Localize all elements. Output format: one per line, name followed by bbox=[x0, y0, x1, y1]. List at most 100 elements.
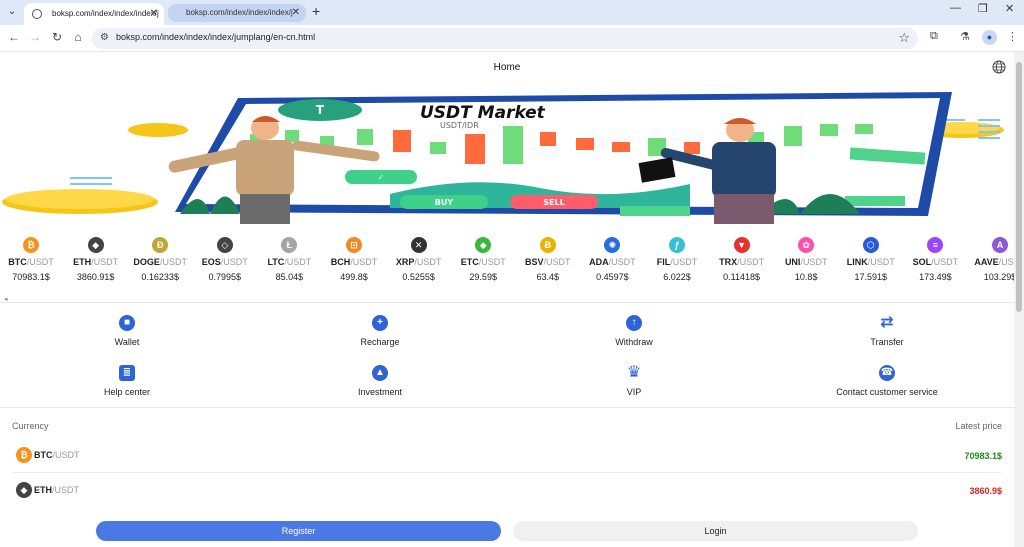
market-row-eth[interactable]: ◆ ETH/USDT 3860.9$ bbox=[0, 482, 1014, 517]
ticker-item-xrp[interactable]: ✕ XRP/USDT 0.5255$ bbox=[388, 237, 450, 282]
ticker-base: XRP bbox=[395, 257, 415, 267]
address-bar[interactable]: ⚙ boksp.com/index/index/index/jumplang/e… bbox=[92, 28, 918, 49]
ticker-quote: /USDT bbox=[350, 257, 378, 267]
ticker-base: BCH bbox=[330, 257, 351, 267]
action-label: Transfer bbox=[870, 337, 904, 347]
browser-tab-inactive[interactable]: boksp.com/index/index/index/j ✕ bbox=[168, 4, 306, 22]
browser-tab-bar: ⌄ boksp.com/index/index/index/j ✕ boksp.… bbox=[0, 0, 1024, 25]
row-divider bbox=[12, 472, 1002, 473]
eth-icon: ◆ bbox=[87, 237, 104, 253]
currency-column-header: Currency bbox=[12, 421, 49, 431]
recharge-icon: + bbox=[372, 315, 388, 331]
tab-close-icon[interactable]: ✕ bbox=[150, 3, 158, 25]
action-withdraw[interactable]: ↑ Withdraw bbox=[554, 315, 714, 347]
action-vip[interactable]: ♛ VIP bbox=[554, 365, 714, 398]
site-favicon-icon bbox=[32, 9, 42, 19]
banner-illustration: T USDT Market USDT/IDR ✓ BUY SELL bbox=[2, 92, 1004, 224]
ticker-item-btc[interactable]: ₿ BTC/USDT 70983.1$ bbox=[0, 237, 62, 282]
market-pair: ETH/USDT bbox=[34, 485, 79, 495]
page-scrollbar[interactable] bbox=[1014, 52, 1024, 547]
action-wallet[interactable]: ■ Wallet bbox=[47, 315, 207, 347]
tab-search-icon[interactable]: ⌄ bbox=[4, 4, 20, 20]
aave-icon: A bbox=[992, 237, 1008, 253]
ticker-item-trx[interactable]: ▼ TRX/USDT 0.11418$ bbox=[711, 237, 773, 282]
ticker-base: BSV bbox=[525, 257, 544, 267]
ticker-price: 10.8$ bbox=[794, 272, 818, 282]
ticker-price: 70983.1$ bbox=[12, 272, 50, 282]
action-recharge[interactable]: + Recharge bbox=[300, 315, 460, 347]
home-icon[interactable]: ⌂ bbox=[70, 30, 86, 44]
action-investment[interactable]: ▲ Investment bbox=[300, 365, 460, 397]
ticker-item-sol[interactable]: ≡ SOL/USDT 173.49$ bbox=[904, 237, 966, 282]
svg-text:✓: ✓ bbox=[378, 173, 385, 182]
ticker-item-aave[interactable]: A AAVE/USDT 103.29$ bbox=[969, 237, 1014, 282]
ticker-base: LINK bbox=[846, 257, 868, 267]
ticker-base: BTC bbox=[8, 257, 27, 267]
ticker-item-fil[interactable]: ƒ FIL/USDT 6.022$ bbox=[646, 237, 708, 282]
back-icon[interactable]: ← bbox=[6, 30, 22, 44]
scrollbar-thumb[interactable] bbox=[1016, 62, 1022, 312]
action-help-center[interactable]: ≣ Help center bbox=[47, 365, 207, 397]
ticker-price: 0.11418$ bbox=[723, 272, 761, 282]
xrp-icon: ✕ bbox=[410, 237, 427, 253]
ticker-item-etc[interactable]: ◆ ETC/USDT 29.59$ bbox=[452, 237, 514, 282]
ticker-base: FIL bbox=[656, 257, 671, 267]
ticker-item-eth[interactable]: ◆ ETH/USDT 3860.91$ bbox=[65, 237, 127, 282]
url-text[interactable]: boksp.com/index/index/index/jumplang/en-… bbox=[116, 32, 315, 42]
ticker-item-eos[interactable]: ◇ EOS/USDT 0.7995$ bbox=[194, 237, 256, 282]
language-globe-icon[interactable] bbox=[992, 60, 1006, 74]
ticker-pair: UNI/USDT bbox=[775, 257, 837, 267]
market-row-btc[interactable]: ₿ BTC/USDT 70983.1$ bbox=[0, 447, 1014, 482]
ticker-quote: /USDT bbox=[670, 257, 698, 267]
ticker-item-uni[interactable]: ✿ UNI/USDT 10.8$ bbox=[775, 237, 837, 282]
ticker-price: 29.59$ bbox=[469, 272, 497, 282]
ticker-pair: TRX/USDT bbox=[711, 257, 773, 267]
browser-tab-active[interactable]: boksp.com/index/index/index/j ✕ bbox=[24, 3, 164, 25]
tab-title: boksp.com/index/index/index/j bbox=[52, 9, 159, 18]
ticker-pair: ETC/USDT bbox=[452, 257, 514, 267]
svg-text:T: T bbox=[316, 103, 325, 117]
action-contact-customer-service[interactable]: ☎ Contact customer service bbox=[807, 365, 967, 397]
ticker-quote: /USDT bbox=[543, 257, 571, 267]
minimize-icon[interactable]: — bbox=[950, 2, 961, 14]
labs-icon[interactable]: ⚗ bbox=[960, 30, 970, 43]
market-base: BTC bbox=[34, 450, 53, 460]
forward-icon[interactable]: → bbox=[27, 30, 43, 44]
ticker-pair: BSV/USDT bbox=[517, 257, 579, 267]
promo-banner[interactable]: T USDT Market USDT/IDR ✓ BUY SELL bbox=[0, 84, 1014, 224]
ticker-base: EOS bbox=[201, 257, 221, 267]
action-label: Withdraw bbox=[615, 337, 653, 347]
ticker-quote: /USDT bbox=[91, 257, 119, 267]
investment-icon: ▲ bbox=[372, 365, 388, 381]
ticker-item-ada[interactable]: ✺ ADA/USDT 0.4597$ bbox=[581, 237, 643, 282]
profile-avatar-icon[interactable]: ● bbox=[982, 30, 997, 45]
ticker-base: TRX bbox=[719, 257, 738, 267]
register-button[interactable]: Register bbox=[96, 521, 501, 541]
ticker-quote: /USDT bbox=[800, 257, 828, 267]
login-button[interactable]: Login bbox=[513, 521, 918, 541]
ticker-price: 6.022$ bbox=[663, 272, 691, 282]
ticker-pair: LINK/USDT bbox=[840, 257, 902, 267]
banner-headline: USDT Market bbox=[420, 103, 546, 123]
ticker-item-link[interactable]: ⬡ LINK/USDT 17.591$ bbox=[840, 237, 902, 282]
bookmark-star-icon[interactable]: ☆ bbox=[898, 30, 910, 46]
ticker-item-bch[interactable]: ⊡ BCH/USDT 499.8$ bbox=[323, 237, 385, 282]
browser-menu-icon[interactable]: ⋮ bbox=[1007, 30, 1018, 43]
ticker-price: 0.5255$ bbox=[402, 272, 435, 282]
action-transfer[interactable]: ⇄ Transfer bbox=[807, 315, 967, 348]
site-info-icon[interactable]: ⚙ bbox=[100, 32, 109, 43]
reload-icon[interactable]: ↻ bbox=[49, 30, 65, 44]
window-close-icon[interactable]: ✕ bbox=[1005, 2, 1014, 15]
fil-icon: ƒ bbox=[669, 237, 685, 253]
ticker-item-doge[interactable]: Ð DOGE/USDT 0.16233$ bbox=[129, 237, 191, 282]
ada-icon: ✺ bbox=[604, 237, 621, 253]
ticker-item-bsv[interactable]: Ƀ BSV/USDT 63.4$ bbox=[517, 237, 579, 282]
eos-icon: ◇ bbox=[216, 237, 233, 253]
extensions-icon[interactable]: ⧉ bbox=[930, 30, 938, 43]
restore-icon[interactable]: ❐ bbox=[978, 2, 988, 15]
tab-close-icon[interactable]: ✕ bbox=[292, 4, 300, 22]
btc-icon: ₿ bbox=[23, 237, 39, 253]
market-pair: BTC/USDT bbox=[34, 450, 80, 460]
ticker-item-ltc[interactable]: Ł LTC/USDT 85.04$ bbox=[258, 237, 320, 282]
new-tab-icon[interactable]: + bbox=[312, 3, 320, 19]
